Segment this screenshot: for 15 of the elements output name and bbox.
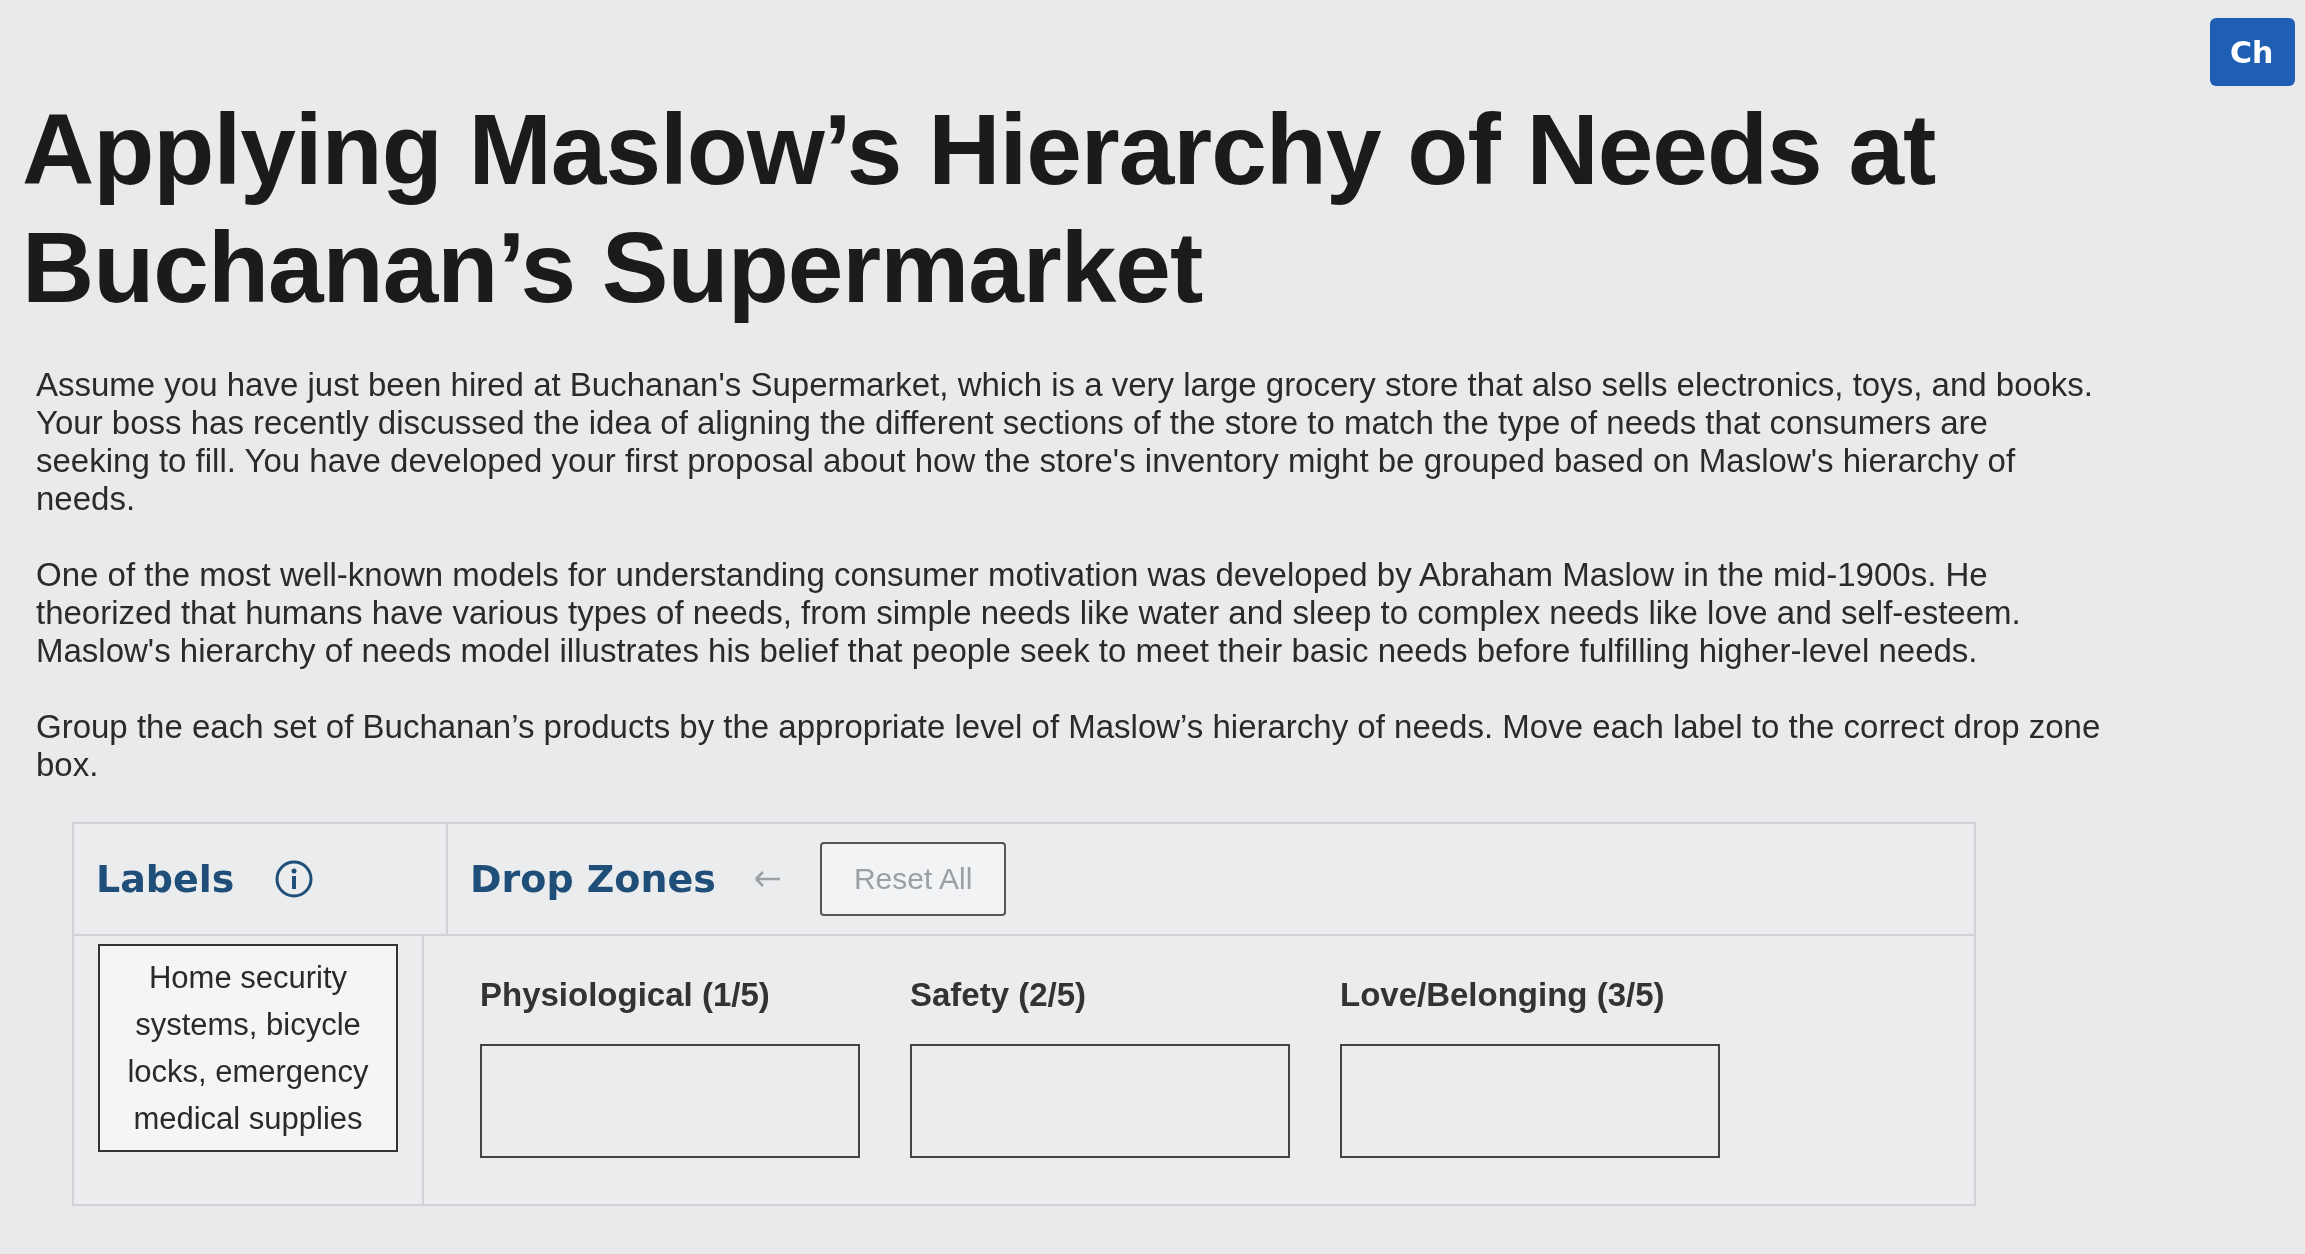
info-icon[interactable] — [274, 859, 315, 899]
instruction-paragraph: Group the each set of Buchanan’s products by the appropriate level of Maslow’s hierarchy of needs. Move each label to the correct drop zone box. — [36, 708, 2102, 784]
drop-zone-box[interactable] — [910, 1044, 1290, 1158]
drop-zone-title: Love/Belonging (3/5) — [1340, 976, 1666, 1014]
labels-heading: Labels — [96, 857, 235, 901]
instruction-paragraph: Assume you have just been hired at Buchanan's Supermarket, which is a very large grocery store that also sells electronics, toys, and books. Your boss has recently discussed the idea of aligning the different sections of the store to match the type of needs that consumers are seeking to fill. You have developed your first proposal about how the store's inventory might be grouped based on Maslow's hierarchy of needs. — [36, 366, 2094, 518]
instruction-paragraph: One of the most well-known models for understanding consumer motivation was developed by Abraham Maslow in the mid-1900s. He theorized that humans have various types of needs, from simple needs like water and sleep to complex needs like love and self-esteem. Maslow's hierarchy of needs model illustrates his belief that people seek to meet their basic needs before fulfilling higher-level needs. — [36, 556, 2022, 670]
draggable-label[interactable]: Home security systems, bicycle locks, emergency medical supplies — [98, 944, 398, 1152]
drop-zone-box[interactable] — [1340, 1044, 1720, 1158]
check-button[interactable]: Ch — [2210, 18, 2295, 86]
drop-zone-title: Safety (2/5) — [910, 976, 1088, 1014]
drop-zones-heading: Drop Zones — [470, 857, 716, 901]
page-title: Applying Maslow’s Hierarchy of Needs at Buchanan’s Supermarket — [22, 92, 1937, 325]
drop-zone-box[interactable] — [480, 1044, 860, 1158]
drop-zone-title: Physiological (1/5) — [480, 976, 771, 1014]
